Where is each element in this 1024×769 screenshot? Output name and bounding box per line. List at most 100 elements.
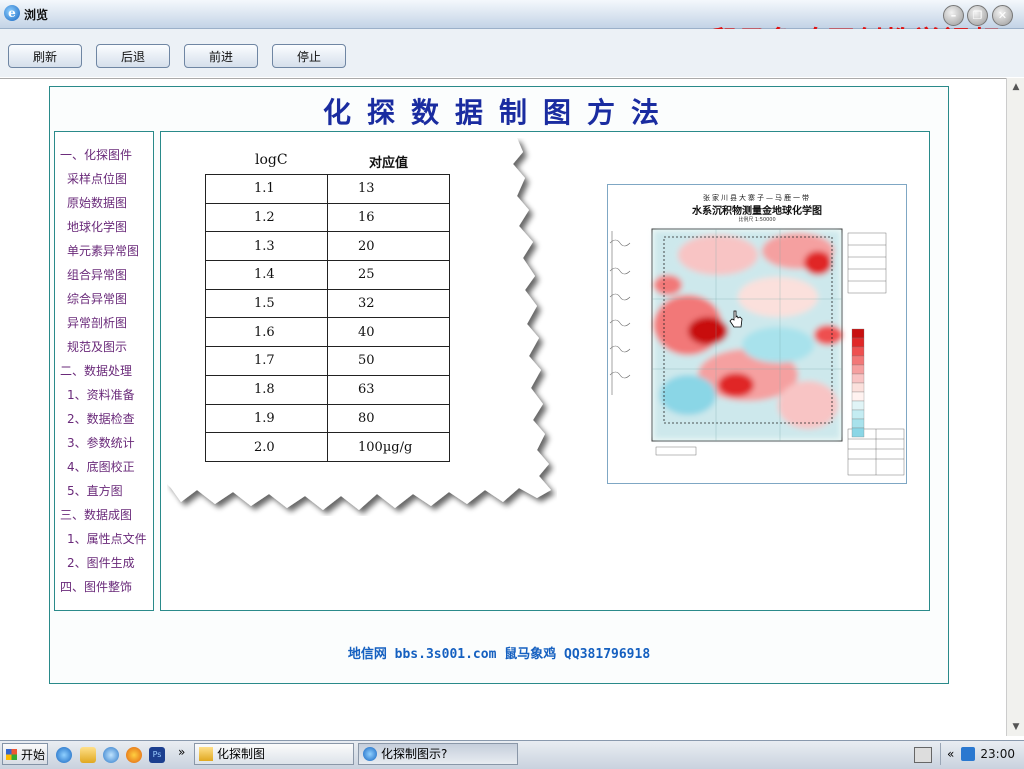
sidebar-item[interactable]: 四、图件整饰 (60, 578, 132, 595)
scroll-down-icon[interactable]: ▼ (1009, 720, 1023, 734)
system-tray: « 23:00 (940, 743, 1023, 765)
table-row: 1.4 25 (205, 260, 450, 290)
table-row: 1.7 50 (205, 346, 450, 376)
start-label: 开始 (21, 748, 46, 762)
table-row: 2.0 100µg/g (205, 432, 450, 462)
sidebar: 一、化探图件 采样点位图原始数据图地球化学图单元素异常图 组合异常图综合异常图异常剖… (54, 131, 154, 611)
cell-logc: 1.2 (205, 202, 328, 233)
sidebar-item[interactable]: 3、参数统计 (67, 434, 135, 451)
map-anomaly-fill (654, 231, 842, 439)
legend-swatch (851, 346, 865, 357)
main-panel: logC 对应值 1.1 13 1.2 16 1.3 20 1.4 25 1.5 32 1.6 40 1… (160, 131, 930, 611)
sidebar-item[interactable]: 组合异常图 (67, 266, 127, 283)
vertical-scrollbar[interactable]: ▲ ▼ (1006, 78, 1024, 736)
table-row: 1.3 20 (205, 231, 450, 262)
scroll-up-icon[interactable]: ▲ (1009, 80, 1023, 94)
sidebar-item[interactable]: 2、数据检查 (67, 410, 135, 427)
table-row: 1.9 80 (205, 403, 450, 434)
cell-value: 25 (327, 260, 450, 290)
back-button[interactable]: 后退 (96, 44, 170, 68)
sidebar-item[interactable]: 二、数据处理 (60, 362, 132, 379)
legend-swatch (851, 364, 865, 375)
cell-value: 50 (327, 346, 450, 376)
legend-swatch (851, 400, 865, 411)
table-header-value: 对应值 (369, 156, 409, 171)
table-row: 1.8 63 (205, 374, 450, 405)
sidebar-item[interactable]: 4、底图校正 (67, 458, 135, 475)
cell-logc: 1.3 (205, 231, 328, 262)
taskbar: 开始 Ps » 化探制图 化探制图示? « 23:00 (0, 740, 1024, 769)
cell-value: 16 (327, 202, 450, 233)
sidebar-item[interactable]: 综合异常图 (67, 290, 127, 307)
table-row: 1.6 40 (205, 317, 450, 348)
sidebar-item[interactable]: 采样点位图 (67, 170, 127, 187)
map-profile-strip (609, 231, 631, 395)
sidebar-item[interactable]: 一、化探图件 (60, 146, 132, 163)
quicklaunch-chevron[interactable]: » (178, 745, 185, 759)
start-button[interactable]: 开始 (2, 743, 48, 765)
folder-quicklaunch-icon[interactable] (80, 747, 96, 763)
sidebar-item[interactable]: 2、图件生成 (67, 554, 135, 571)
refresh-button[interactable]: 刷新 (8, 44, 82, 68)
sidebar-item[interactable]: 1、资料准备 (67, 386, 135, 403)
page-frame: 化探数据制图方法 一、化探图件 采样点位图原始数据图地球化学图单元素异常图 组合异常… (49, 86, 949, 684)
cell-logc: 1.6 (205, 317, 328, 348)
table-header-logc: logC (255, 152, 288, 168)
torn-paper-table: logC 对应值 1.1 13 1.2 16 1.3 20 1.4 25 1.5 32 1.6 40 1… (167, 138, 557, 516)
cell-logc: 1.5 (205, 288, 328, 319)
sidebar-item[interactable]: 原始数据图 (67, 194, 127, 211)
legend-swatch (851, 337, 865, 348)
task-ie[interactable]: 化探制图示? (358, 743, 518, 765)
task-folder[interactable]: 化探制图 (194, 743, 354, 765)
content-area: 化探数据制图方法 一、化探图件 采样点位图原始数据图地球化学图单元素异常图 组合异常… (0, 78, 1006, 737)
cell-value: 80 (327, 403, 450, 434)
cell-value: 100µg/g (327, 432, 450, 462)
table-row: 1.1 13 (205, 174, 450, 204)
geochem-map: 张家川县大寨子—马鹿一带 水系沉积物测量金地球化学图 比例尺 1:50000 (607, 184, 907, 484)
cell-value: 13 (327, 174, 450, 204)
sidebar-item[interactable]: 三、数据成图 (60, 506, 132, 523)
cell-logc: 1.7 (205, 346, 328, 376)
legend-swatch (851, 391, 865, 402)
sidebar-item[interactable]: 5、直方图 (67, 482, 123, 499)
windows-logo-icon (6, 749, 17, 760)
page-title: 化探数据制图方法 (322, 96, 675, 129)
ie-alt-quicklaunch-icon[interactable] (103, 747, 119, 763)
qq-quicklaunch-icon[interactable] (126, 747, 142, 763)
sidebar-item[interactable]: 地球化学图 (67, 218, 127, 235)
legend-swatch (851, 427, 865, 438)
cell-value: 32 (327, 288, 450, 319)
ie-quicklaunch-icon[interactable] (56, 747, 72, 763)
cell-logc: 1.4 (205, 260, 328, 290)
legend-swatch (851, 355, 865, 366)
ie-icon (363, 747, 377, 761)
sidebar-item[interactable]: 1、属性点文件 (67, 530, 147, 547)
footer-credit: 地信网 bbs.3s001.com 鼠马象鸡 QQ381796918 (347, 647, 651, 662)
task-label: 化探制图示? (381, 747, 448, 761)
cell-logc: 1.9 (205, 403, 328, 434)
cell-value: 63 (327, 374, 450, 405)
sidebar-item[interactable]: 异常剖析图 (67, 314, 127, 331)
cell-value: 20 (327, 231, 450, 262)
keyboard-icon[interactable] (914, 747, 932, 763)
logc-lookup-table: 1.1 13 1.2 16 1.3 20 1.4 25 1.5 32 1.6 40 1.7 50 1.8 63… (205, 174, 450, 462)
table-row: 1.5 32 (205, 288, 450, 319)
tray-app-icon[interactable] (961, 747, 975, 761)
legend-swatch (851, 418, 865, 429)
legend-swatch (851, 373, 865, 384)
map-color-legend (851, 328, 865, 438)
tray-expand-icon[interactable]: « (947, 747, 954, 761)
sidebar-item[interactable]: 规范及图示 (67, 338, 127, 355)
map-graphic (609, 228, 905, 476)
cell-logc: 2.0 (205, 432, 328, 462)
clock: 23:00 (980, 747, 1015, 761)
legend-swatch (851, 328, 865, 339)
cell-logc: 1.8 (205, 374, 328, 405)
task-label: 化探制图 (217, 747, 266, 761)
photoshop-quicklaunch-icon[interactable]: Ps (149, 747, 165, 763)
cell-logc: 1.1 (205, 174, 328, 204)
legend-swatch (851, 409, 865, 420)
stop-button[interactable]: 停止 (272, 44, 346, 68)
forward-button[interactable]: 前进 (184, 44, 258, 68)
sidebar-item[interactable]: 单元素异常图 (67, 242, 139, 259)
